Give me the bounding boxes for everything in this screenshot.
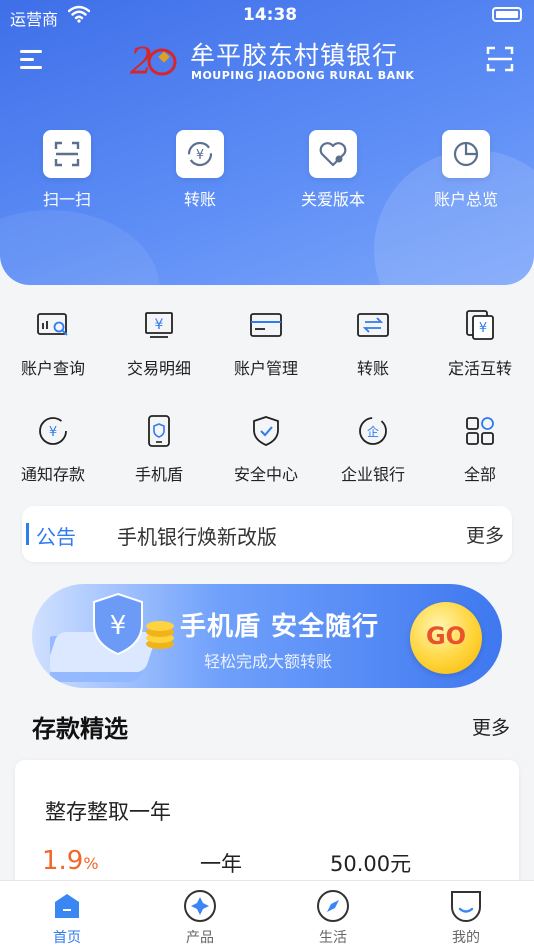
rate-unit: % — [83, 854, 99, 873]
svg-text:¥: ¥ — [155, 317, 164, 333]
transaction-detail-icon: ¥ — [142, 309, 176, 341]
grid-account-management[interactable]: 账户管理 — [213, 309, 319, 379]
scan-icon[interactable] — [486, 45, 514, 73]
quick-label: 扫一扫 — [42, 190, 91, 209]
go-button[interactable]: GO — [410, 602, 482, 674]
clock: 14:38 — [243, 5, 298, 25]
transfer-icon: ¥ — [176, 130, 224, 178]
announcement-text[interactable]: 手机银行焕新改版 — [117, 521, 277, 550]
quick-transfer[interactable]: ¥ 转账 — [150, 130, 250, 210]
wifi-icon — [68, 5, 90, 23]
transfer-icon — [356, 309, 390, 341]
grid-security-center[interactable]: 安全中心 — [213, 415, 319, 485]
quick-label: 账户总览 — [433, 190, 498, 209]
tab-label: 生活 — [319, 930, 347, 946]
status-bar: 运营商 14:38 — [0, 0, 534, 30]
grid-label: 手机盾 — [134, 465, 183, 484]
quick-scan[interactable]: 扫一扫 — [17, 130, 117, 210]
tab-home[interactable]: 首页 — [17, 889, 117, 947]
tab-label: 产品 — [186, 930, 214, 946]
decor-circle — [0, 210, 160, 285]
svg-text:¥: ¥ — [49, 425, 57, 440]
all-grid-icon — [463, 415, 497, 447]
product-term: 一年 — [200, 852, 242, 876]
tab-mine[interactable]: 我的 — [416, 889, 516, 947]
announcement-more-link[interactable]: 更多 — [466, 521, 504, 548]
grid-label: 企业银行 — [340, 465, 405, 484]
battery-icon — [492, 7, 522, 22]
grid-label: 账户查询 — [20, 359, 85, 378]
bank-name-en: MOUPING JIAODONG RURAL BANK — [191, 69, 415, 82]
rate-value: 1.9 — [42, 846, 84, 876]
scan-icon — [43, 130, 91, 178]
grid-phone-shield[interactable]: 手机盾 — [106, 415, 212, 485]
grid-enterprise-bank[interactable]: 企 企业银行 — [320, 415, 426, 485]
banner-subtitle: 轻松完成大额转账 — [204, 652, 333, 671]
quick-account-overview[interactable]: 账户总览 — [416, 130, 516, 210]
deposit-product-card[interactable]: 整存整取一年 1.9% 一年 50.00元 — [15, 760, 519, 900]
pie-chart-icon — [442, 130, 490, 178]
section-more-link[interactable]: 更多 — [472, 713, 510, 740]
grid-label: 交易明细 — [126, 359, 191, 378]
grid-label: 账户管理 — [233, 359, 298, 378]
fixed-current-icon: ¥ — [463, 309, 497, 341]
profile-icon — [449, 889, 483, 923]
bank-logo: 2 — [130, 42, 177, 80]
product-name: 整存整取一年 — [45, 800, 171, 824]
announcement-tag: 公告 — [36, 525, 76, 549]
announcement-accent — [26, 523, 29, 545]
bank-name: 牟平胶东村镇银行 — [190, 41, 399, 70]
shield-check-icon — [249, 415, 283, 447]
grid-label: 转账 — [356, 359, 389, 378]
notice-deposit-icon: ¥ — [36, 415, 70, 447]
quick-care-version[interactable]: 关爱版本 — [283, 130, 383, 210]
heart-icon — [309, 130, 357, 178]
svg-text:¥: ¥ — [196, 148, 204, 163]
grid-label: 通知存款 — [20, 465, 85, 484]
grid-account-query[interactable]: 账户查询 — [0, 309, 106, 379]
grid-transaction-detail[interactable]: ¥ 交易明细 — [106, 309, 212, 379]
grid-label: 全部 — [463, 465, 496, 484]
announcement-bar[interactable]: 公告 手机银行焕新改版 更多 — [22, 506, 512, 562]
bottom-tab-bar: 首页 产品 生活 我的 — [0, 880, 534, 950]
account-query-icon — [36, 309, 70, 341]
tab-label: 我的 — [452, 930, 480, 946]
svg-text:¥: ¥ — [479, 321, 487, 336]
grid-label: 安全中心 — [233, 465, 298, 484]
grid-transfer[interactable]: 转账 — [320, 309, 426, 379]
menu-icon[interactable] — [20, 48, 46, 72]
section-title: 存款精选 — [32, 715, 128, 743]
product-rate: 1.9% — [42, 846, 99, 876]
home-icon — [50, 889, 84, 923]
quick-actions: 扫一扫 ¥ 转账 关爱版本 账户总览 — [0, 130, 534, 210]
quick-label: 转账 — [183, 190, 216, 209]
svg-text:¥: ¥ — [110, 611, 127, 641]
grid-all[interactable]: 全部 — [427, 415, 533, 485]
header-banner: 运营商 14:38 2 牟平胶东村镇银行 MOUPING JIAODONG RU… — [0, 0, 534, 285]
tab-products[interactable]: 产品 — [150, 889, 250, 947]
tab-label: 首页 — [53, 930, 81, 946]
phone-shield-icon — [142, 415, 176, 447]
product-min-amount: 50.00元 — [330, 852, 412, 876]
go-label: GO — [425, 622, 467, 650]
svg-text:企: 企 — [367, 424, 379, 439]
grid-notice-deposit[interactable]: ¥ 通知存款 — [0, 415, 106, 485]
grid-label: 定活互转 — [447, 359, 512, 378]
promo-banner[interactable]: ¥ 手机盾 安全随行 轻松完成大额转账 GO — [32, 584, 502, 688]
grid-fixed-current-transfer[interactable]: ¥ 定活互转 — [427, 309, 533, 379]
quick-label: 关爱版本 — [300, 190, 365, 209]
tab-life[interactable]: 生活 — [283, 889, 383, 947]
product-icon — [183, 889, 217, 923]
phone-shield-illustration: ¥ — [50, 592, 174, 682]
card-icon — [249, 309, 283, 341]
banner-title: 手机盾 安全随行 — [180, 612, 380, 642]
carrier-label: 运营商 — [10, 10, 59, 29]
enterprise-icon: 企 — [356, 415, 390, 447]
compass-icon — [316, 889, 350, 923]
